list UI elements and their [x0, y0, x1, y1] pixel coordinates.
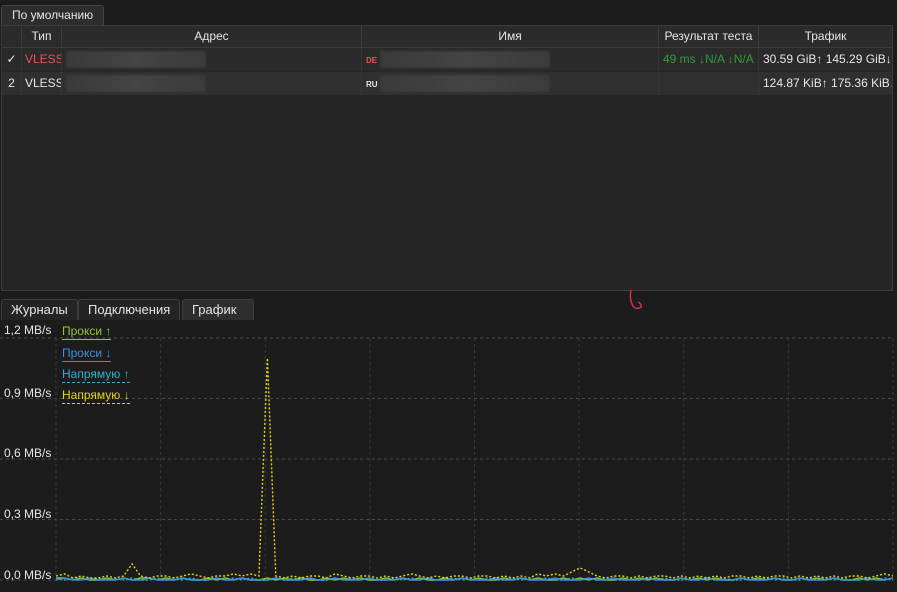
legend-direct-down: Напрямую ↓ — [62, 388, 130, 404]
blurred-address — [66, 75, 206, 92]
row-address — [62, 48, 362, 71]
legend-direct-up: Напрямую ↑ — [62, 367, 130, 383]
header-address[interactable]: Адрес — [62, 26, 362, 47]
header-index — [2, 26, 22, 47]
tab-connections[interactable]: Подключения — [78, 299, 181, 320]
row-traffic: 124.87 KiB↑ 175.36 KiB↓ — [763, 76, 892, 90]
y-tick-label: 1,2 MB/s — [4, 323, 52, 337]
profiles-table[interactable]: Тип Адрес Имя Результат теста Трафик ✓ V… — [1, 25, 893, 291]
header-name[interactable]: Имя — [362, 26, 659, 47]
blurred-name — [380, 51, 550, 68]
table-row[interactable]: ✓ VLESS DE 49 ms ↓N/A ↓N/A 30.59 GiB↑ 14… — [2, 48, 892, 71]
header-traffic[interactable]: Трафик — [759, 26, 892, 47]
flag-de: DE — [366, 56, 378, 65]
blurred-address — [66, 51, 206, 68]
traffic-chart: 1,2 MB/s 0,9 MB/s 0,6 MB/s 0,3 MB/s 0,0 … — [0, 320, 897, 592]
row-selected-check: ✓ — [2, 48, 22, 71]
tab-logs[interactable]: Журналы — [1, 299, 78, 320]
mouse-cursor-icon — [629, 289, 642, 310]
legend-proxy-up: Прокси ↑ — [62, 324, 112, 340]
header-type[interactable]: Тип — [22, 26, 62, 47]
y-tick-label: 0,3 MB/s — [4, 507, 52, 521]
flag-ru: RU — [366, 80, 378, 89]
row-address — [62, 72, 362, 95]
y-tick-label: 0,0 MB/s — [4, 568, 52, 582]
y-tick-label: 0,6 MB/s — [4, 446, 52, 460]
group-tab-default[interactable]: По умолчанию — [1, 5, 105, 25]
row-test-result — [659, 72, 759, 95]
row-index: 2 — [2, 72, 22, 95]
header-test-result[interactable]: Результат теста — [659, 26, 759, 47]
row-type: VLESS — [22, 48, 62, 71]
y-tick-label: 0,9 MB/s — [4, 386, 52, 400]
legend-proxy-down: Прокси ↓ — [62, 346, 112, 362]
traffic-chart-svg — [0, 337, 894, 581]
series-line-3 — [55, 358, 894, 579]
row-test-result: 49 ms ↓N/A ↓N/A — [659, 48, 759, 71]
row-type: VLESS — [22, 72, 62, 95]
blurred-name — [380, 75, 550, 92]
row-name: DE — [362, 48, 659, 71]
tab-traffic-graph[interactable]: График трафика — [182, 299, 254, 337]
row-traffic: 30.59 GiB↑ 145.29 GiB↓ — [763, 52, 892, 66]
table-row[interactable]: 2 VLESS RU 124.87 KiB↑ 175.36 KiB↓ — [2, 72, 892, 95]
row-name: RU — [362, 72, 659, 95]
table-header: Тип Адрес Имя Результат теста Трафик — [2, 26, 892, 48]
